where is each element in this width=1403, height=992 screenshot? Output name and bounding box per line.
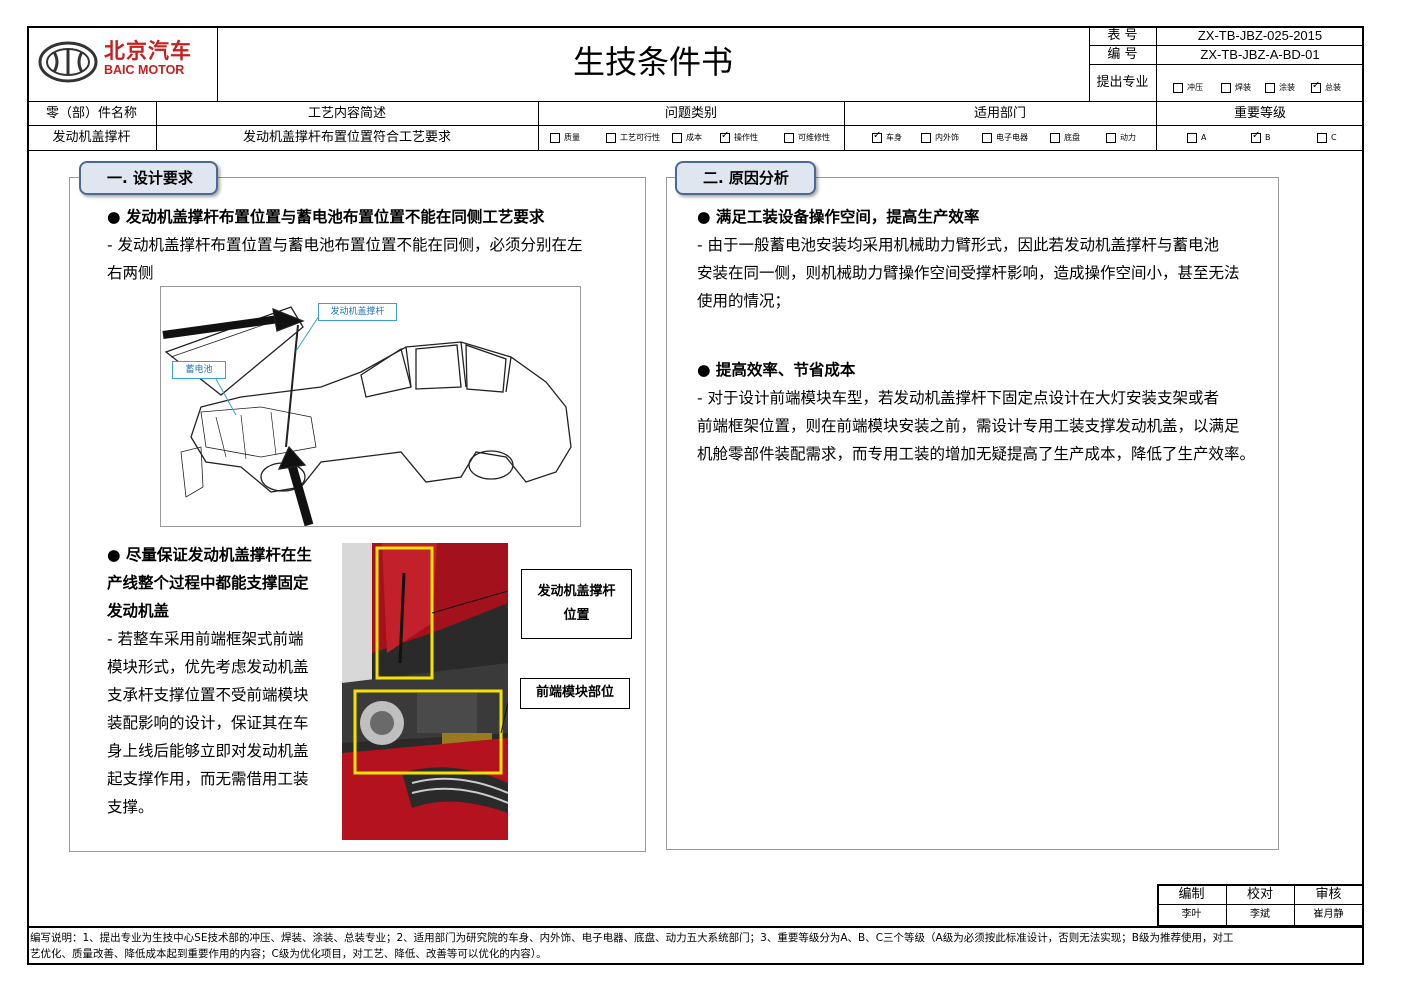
checkbox-electrical[interactable]: 电子电器 [982,133,1028,143]
analysis-item2-line: 机舱零部件装配需求，而专用工装的增加无疑提高了生产成本，降低了生产效率。 [697,445,1256,463]
header-divider [27,101,1364,102]
checkbox-quality[interactable]: 质量 [550,133,580,143]
analysis-item1-line: 使用的情况； [697,292,791,310]
design-item2-line: 支承杆支撑位置不受前端模块 [107,686,309,704]
callout-line: 位置 [563,608,590,623]
prepared-label: 编制 [1178,887,1205,902]
checked-label: 校对 [1246,887,1273,902]
analysis-item1-line: 安装在同一侧，则机械助力臂操作空间受撑杆影响，造成操作空间小，甚至无法 [697,264,1240,282]
design-item2-line: 模块形式，优先考虑发动机盖 [107,658,309,676]
level-header: 重要等级 [1233,106,1286,121]
design-item2-line: 起支撑作用，而无需借用工装 [107,770,309,788]
part-name-header: 零（部）件名称 [45,106,137,121]
checked-name: 李斌 [1250,909,1270,920]
engine-bay-photo [342,543,508,840]
design-item1-line: 右两侧 [107,264,154,282]
notes-line: 艺优化、质量改善、降低成本起到重要作用的内容；C级为优化项目，对工艺、降低、改善… [30,948,547,960]
checkbox-feasibility[interactable]: 工艺可行性 [606,133,660,143]
issue-header: 问题类别 [664,106,717,121]
code-label: 编 号 [1107,47,1138,62]
front-module-callout: 前端模块部位 [520,678,630,709]
process-header: 工艺内容简述 [307,106,386,121]
strut-label: 发动机盖撑杆 [318,303,397,321]
design-item2-title: ● 尽量保证发动机盖撑杆在生 [107,546,312,564]
design-item2-line: - 若整车采用前端框架式前端 [107,630,304,648]
design-item1-line: - 发动机盖撑杆布置位置与蓄电池布置位置不能在同侧，必须分别在左 [107,236,583,254]
logo-cn-text: 北京汽车 [104,39,192,63]
signoff-divider [1157,904,1363,905]
checkbox-painting[interactable]: 涂装 [1265,83,1295,93]
baic-logo-icon [38,40,98,84]
prepared-name: 李叶 [1181,909,1202,920]
design-item2-line: 身上线后能够立即对发动机盖 [107,742,309,760]
part-name-value: 发动机盖撑杆 [52,130,131,145]
design-item1-title: ● 发动机盖撑杆布置位置与蓄电池布置位置不能在同侧工艺要求 [107,208,545,226]
approved-label: 审核 [1315,887,1342,902]
row-divider [1089,45,1364,46]
battery-label: 蓄电池 [172,361,226,379]
checkbox-powertrain[interactable]: 动力 [1106,133,1136,143]
proposer-label: 提出专业 [1096,75,1149,90]
checkbox-level-a[interactable]: A [1187,133,1206,143]
process-value: 发动机盖撑杆布置位置符合工艺要求 [242,130,451,145]
analysis-item2-line: 前端框架位置，则在前端模块安装之前，需设计专用工装支撑发动机盖，以满足 [697,417,1240,435]
checkbox-level-b[interactable]: B [1251,131,1271,143]
checkbox-maintainability[interactable]: 可维修性 [784,133,830,143]
code-value: ZX-TB-JBZ-A-BD-01 [1200,47,1320,62]
design-item2-line: 装配影响的设计，保证其在车 [107,714,309,732]
notes-line: 编写说明：1、提出专业为生技中心SE技术部的冲压、焊装、涂装、总装专业；2、适用… [30,932,1234,944]
analysis-item1-line: - 由于一般蓄电池安装均采用机械助力臂形式，因此若发动机盖撑杆与蓄电池 [697,236,1220,254]
approved-name: 崔月静 [1313,909,1344,920]
dept-header: 适用部门 [973,106,1026,121]
analysis-item2-line: - 对于设计前端模块车型，若发动机盖撑杆下固定点设计在大灯安装支架或者 [697,389,1220,407]
notes-divider [27,926,1364,928]
checkbox-trim[interactable]: 内外饰 [921,133,959,143]
analysis-item1-title: ● 满足工装设备操作空间，提高生产效率 [697,208,980,226]
row-divider [27,125,1364,126]
car-line-drawing [160,286,581,527]
checkbox-operability[interactable]: 操作性 [720,131,758,143]
checkbox-chassis[interactable]: 底盘 [1050,133,1080,143]
callout-line: 发动机盖撑杆 [537,584,616,599]
checkbox-level-c[interactable]: C [1317,133,1337,143]
checkbox-stamping[interactable]: 冲压 [1173,83,1203,93]
form-no-label: 表 号 [1107,28,1138,43]
design-item2-line: 支撑。 [107,798,154,816]
row-divider [1089,64,1364,65]
checkbox-body[interactable]: 车身 [872,131,902,143]
strut-position-callout: 发动机盖撑杆 位置 [521,569,632,639]
analysis-item2-title: ● 提高效率、节省成本 [697,361,856,379]
design-item2-title: 发动机盖 [107,602,170,620]
design-tab: 一. 设计要求 [79,161,218,195]
checkbox-cost[interactable]: 成本 [672,133,702,143]
checkbox-assembly[interactable]: 总装 [1311,81,1341,93]
logo-en-text: BAIC MOTOR [104,63,185,77]
page-title: 生技条件书 [572,43,733,81]
design-item2-title: 产线整个过程中都能支撑固定 [107,574,309,592]
checkbox-welding[interactable]: 焊装 [1221,83,1251,93]
analysis-tab: 二. 原因分析 [675,161,816,195]
form-no-value: ZX-TB-JBZ-025-2015 [1197,28,1323,43]
row-divider [27,150,1364,151]
